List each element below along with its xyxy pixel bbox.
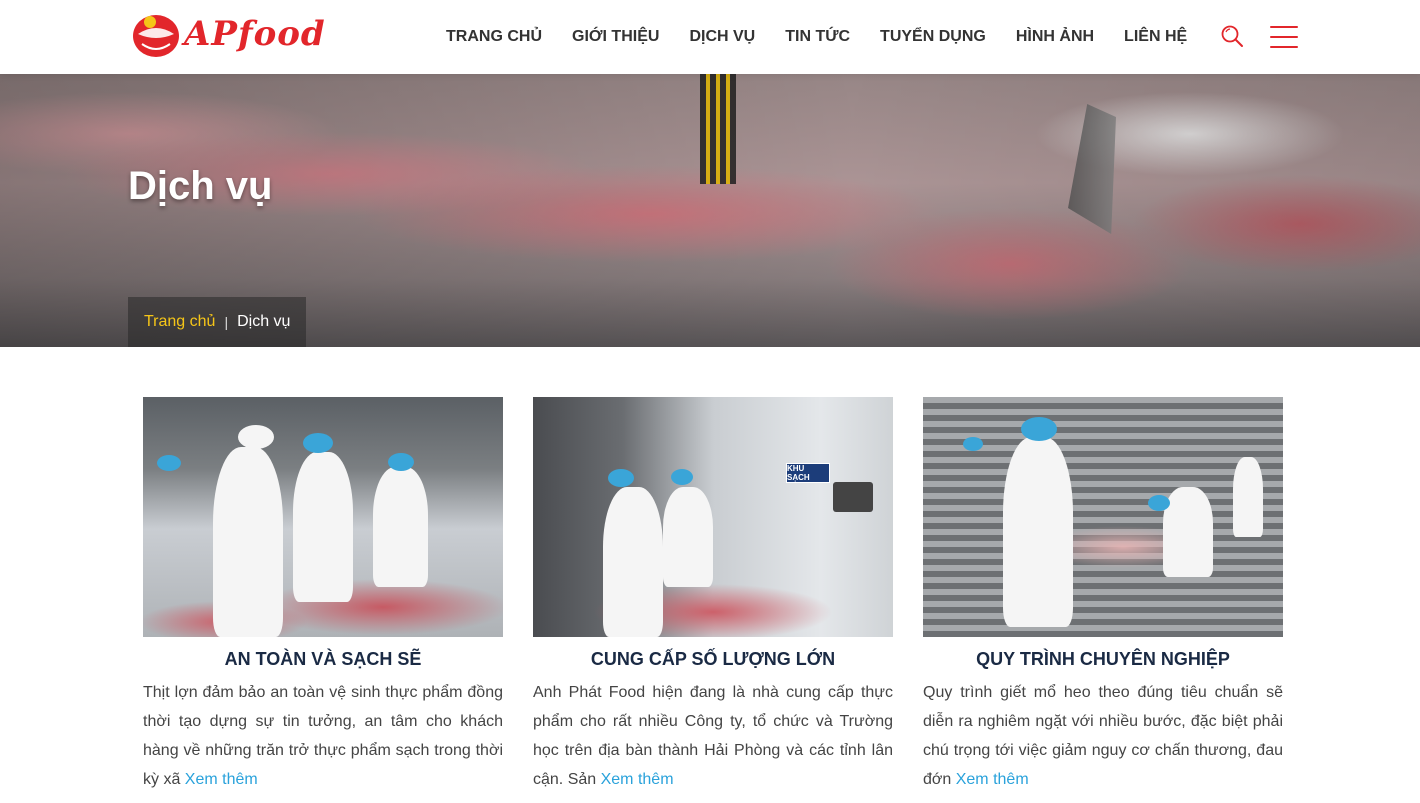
nav-item-services[interactable]: DỊCH VỤ [689, 28, 755, 46]
service-title[interactable]: CUNG CẤP SỐ LƯỢNG LỚN [533, 649, 893, 670]
site-header: APfood TRANG CHỦ GIỚI THIỆU DỊCH VỤ TIN … [0, 0, 1420, 74]
breadcrumb-separator: | [224, 314, 229, 330]
nav-item-about[interactable]: GIỚI THIỆU [572, 28, 659, 46]
nav-item-careers[interactable]: TUYỂN DỤNG [880, 28, 986, 46]
service-card: QUY TRÌNH CHUYÊN NGHIỆP Quy trình giết m… [923, 397, 1283, 794]
logo-text: APfood [184, 14, 326, 54]
service-title[interactable]: AN TOÀN VÀ SẠCH SẼ [143, 649, 503, 670]
service-image[interactable] [923, 397, 1283, 637]
read-more-link[interactable]: Xem thêm [185, 771, 258, 788]
service-description: Thịt lợn đảm bảo an toàn vệ sinh thực ph… [143, 678, 503, 794]
nav-item-home[interactable]: TRANG CHỦ [446, 28, 542, 46]
service-card: KHU SẠCH CUNG CẤP SỐ LƯỢNG LỚN Anh Phát … [533, 397, 893, 794]
logo-mark-icon [133, 15, 179, 57]
nav-item-news[interactable]: TIN TỨC [785, 28, 850, 46]
read-more-link[interactable]: Xem thêm [956, 771, 1029, 788]
hamburger-menu-icon[interactable] [1270, 26, 1298, 48]
read-more-link[interactable]: Xem thêm [601, 771, 674, 788]
service-title[interactable]: QUY TRÌNH CHUYÊN NGHIỆP [923, 649, 1283, 670]
breadcrumb-home-link[interactable]: Trang chủ [144, 313, 215, 331]
service-image[interactable] [143, 397, 503, 637]
main-nav: TRANG CHỦ GIỚI THIỆU DỊCH VỤ TIN TỨC TUY… [446, 0, 1187, 74]
nav-item-contact[interactable]: LIÊN HỆ [1124, 28, 1187, 46]
service-description: Anh Phát Food hiện đang là nhà cung cấp … [533, 678, 893, 794]
service-image[interactable]: KHU SẠCH [533, 397, 893, 637]
nav-item-gallery[interactable]: HÌNH ẢNH [1016, 28, 1094, 46]
page-banner: Dịch vụ Trang chủ | Dịch vụ [0, 74, 1420, 347]
breadcrumb-current: Dịch vụ [237, 313, 291, 330]
service-card: AN TOÀN VÀ SẠCH SẼ Thịt lợn đảm bảo an t… [143, 397, 503, 794]
breadcrumb: Trang chủ | Dịch vụ [128, 297, 307, 347]
service-description-text: Anh Phát Food hiện đang là nhà cung cấp … [533, 684, 893, 788]
search-icon[interactable] [1220, 24, 1244, 48]
page-title: Dịch vụ [128, 164, 273, 208]
service-description: Quy trình giết mổ heo theo đúng tiêu chu… [923, 678, 1283, 794]
clean-zone-sign: KHU SẠCH [786, 463, 830, 483]
site-logo[interactable]: APfood [130, 8, 325, 60]
